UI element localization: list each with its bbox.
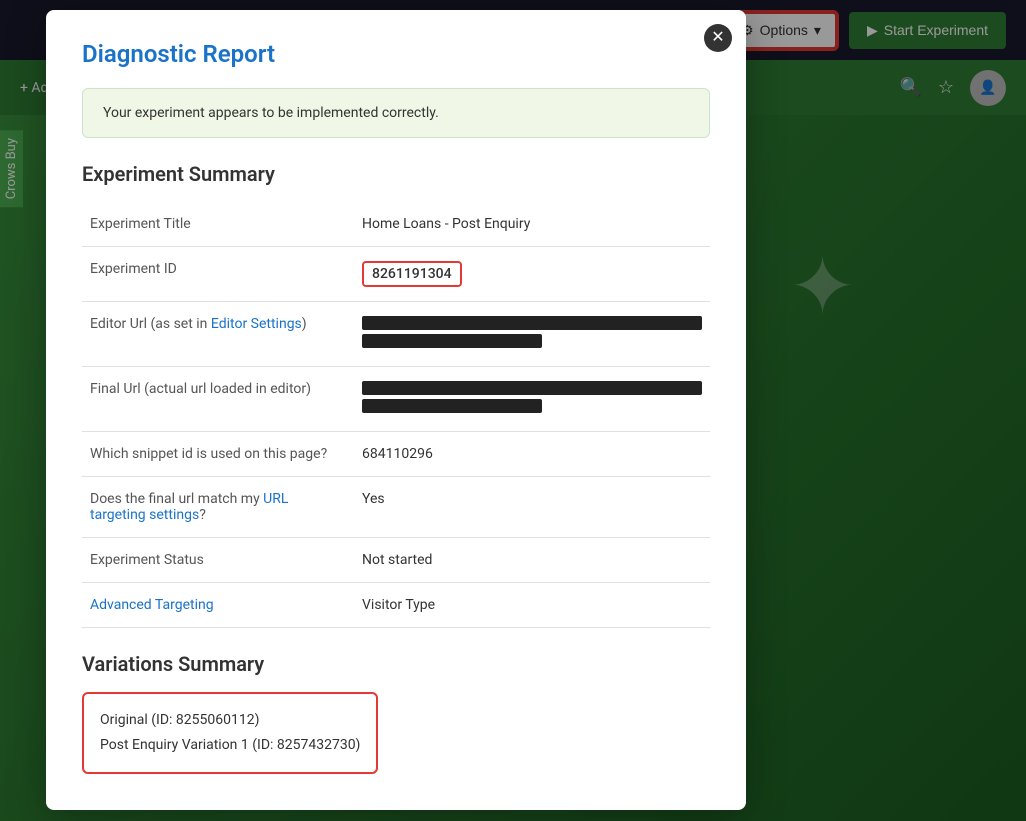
- variations-section: Variations Summary Original (ID: 8255060…: [82, 652, 710, 774]
- final-url-redacted-1: [362, 381, 702, 395]
- url-match-value: Yes: [354, 477, 710, 538]
- table-row-title: Experiment Title Home Loans - Post Enqui…: [82, 202, 710, 247]
- editor-url-value: [354, 302, 710, 367]
- diagnostic-report-modal: ✕ Diagnostic Report Your experiment appe…: [46, 10, 746, 810]
- table-row-id: Experiment ID 8261191304: [82, 247, 710, 302]
- editor-url-redacted-1: [362, 316, 702, 330]
- advanced-targeting-value: Visitor Type: [354, 583, 710, 628]
- table-row-snippet: Which snippet id is used on this page? 6…: [82, 432, 710, 477]
- table-row-advanced-targeting: Advanced Targeting Visitor Type: [82, 583, 710, 628]
- modal-title: Diagnostic Report: [82, 40, 710, 68]
- url-match-label: Does the final url match my URL targetin…: [82, 477, 354, 538]
- variation-item-1: Post Enquiry Variation 1 (ID: 8257432730…: [100, 733, 360, 758]
- final-url-redacted-2: [362, 399, 542, 413]
- editor-settings-link[interactable]: Editor Settings: [211, 316, 302, 332]
- table-row-final-url: Final Url (actual url loaded in editor): [82, 367, 710, 432]
- modal-footer: Close: [82, 804, 710, 810]
- table-row-status: Experiment Status Not started: [82, 538, 710, 583]
- experiment-id-label: Experiment ID: [82, 247, 354, 302]
- table-row-editor-url: Editor Url (as set in Editor Settings): [82, 302, 710, 367]
- table-row-url-match: Does the final url match my URL targetin…: [82, 477, 710, 538]
- experiment-summary-title: Experiment Summary: [82, 162, 710, 186]
- advanced-targeting-link[interactable]: Advanced Targeting: [90, 597, 214, 613]
- url-match-label-end: ?: [199, 507, 206, 523]
- editor-url-label: Editor Url (as set in Editor Settings): [82, 302, 354, 367]
- status-label: Experiment Status: [82, 538, 354, 583]
- final-url-label: Final Url (actual url loaded in editor): [82, 367, 354, 432]
- snippet-id-label: Which snippet id is used on this page?: [82, 432, 354, 477]
- variations-title: Variations Summary: [82, 652, 710, 676]
- experiment-id-value: 8261191304: [354, 247, 710, 302]
- url-match-label-text: Does the final url match my: [90, 491, 263, 507]
- success-banner: Your experiment appears to be implemente…: [82, 88, 710, 138]
- success-message: Your experiment appears to be implemente…: [103, 105, 439, 121]
- editor-url-redacted-2: [362, 334, 542, 348]
- snippet-id-value: 684110296: [354, 432, 710, 477]
- editor-url-label-text: Editor Url (as set in: [90, 316, 211, 332]
- experiment-title-label: Experiment Title: [82, 202, 354, 247]
- experiment-title-value: Home Loans - Post Enquiry: [354, 202, 710, 247]
- variations-box: Original (ID: 8255060112) Post Enquiry V…: [82, 692, 378, 774]
- advanced-targeting-label: Advanced Targeting: [82, 583, 354, 628]
- modal-close-button[interactable]: ✕: [704, 24, 732, 52]
- variation-item-0: Original (ID: 8255060112): [100, 708, 360, 733]
- experiment-info-table: Experiment Title Home Loans - Post Enqui…: [82, 202, 710, 628]
- editor-url-label-end: ): [302, 316, 307, 332]
- final-url-value: [354, 367, 710, 432]
- experiment-id-badge: 8261191304: [362, 261, 462, 287]
- status-value: Not started: [354, 538, 710, 583]
